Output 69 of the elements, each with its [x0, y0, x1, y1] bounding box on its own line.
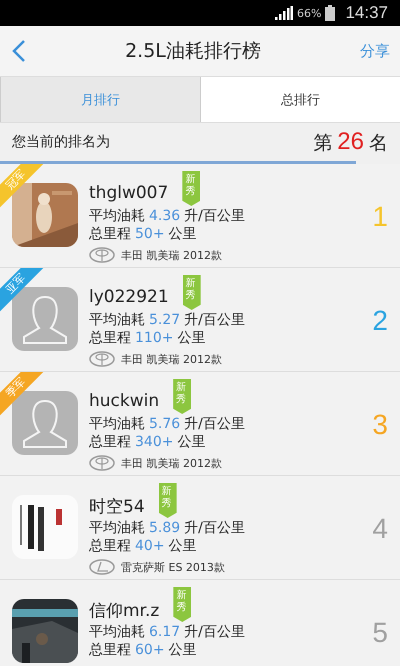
rookie-tag: 新秀 — [158, 483, 177, 518]
fuel-label: 平均油耗 — [89, 519, 145, 537]
distance-unit: 公里 — [177, 433, 206, 451]
rank-number: 26 — [337, 128, 364, 156]
car-logo-icon — [89, 247, 115, 263]
rank-number: 3 — [372, 409, 388, 441]
fuel-value: 4.36 — [149, 207, 180, 225]
user-name: 时空54 — [89, 496, 145, 518]
distance-value: 110+ — [135, 329, 174, 347]
distance-unit: 公里 — [168, 537, 197, 555]
ranking-row[interactable]: 季军 huckwin 新秀 平均油耗 5.76 升/百公里 总里程 340+ 公里 丰田 凯美瑞 2012款 3 — [0, 372, 400, 476]
user-name: thglw007 — [89, 183, 168, 203]
user-name: 信仰mr.z — [89, 600, 160, 622]
distance-unit: 公里 — [168, 641, 197, 659]
fuel-label: 平均油耗 — [89, 207, 145, 225]
rank-number: 1 — [372, 201, 388, 233]
fuel-value: 6.17 — [149, 623, 180, 641]
rank-prefix: 第 — [313, 131, 332, 156]
ranking-row[interactable]: 信仰mr.z 新秀 平均油耗 6.17 升/百公里 总里程 60+ 公里 5 — [0, 580, 400, 666]
rookie-tag: 新秀 — [173, 587, 192, 622]
distance-value: 60+ — [135, 641, 165, 659]
ranking-row[interactable]: 冠军 thglw007 新秀 平均油耗 4.36 升/百公里 总里程 50+ 公里 丰田 凯美瑞 2012款 1 — [0, 164, 400, 268]
battery-icon — [325, 5, 336, 21]
tab[interactable]: 总排行 — [200, 77, 400, 122]
rank-number: 2 — [372, 305, 388, 337]
fuel-unit: 升/百公里 — [184, 311, 245, 329]
rank-number: 4 — [372, 513, 388, 545]
distance-unit: 公里 — [177, 329, 206, 347]
fuel-value: 5.76 — [149, 415, 180, 433]
distance-label: 总里程 — [89, 225, 131, 243]
car-model: 丰田 凯美瑞 2012款 — [121, 352, 222, 366]
fuel-label: 平均油耗 — [89, 311, 145, 329]
car-logo-icon — [89, 351, 115, 367]
distance-label: 总里程 — [89, 329, 131, 347]
distance-label: 总里程 — [89, 641, 131, 659]
ranking-row[interactable]: 亚军 ly022921 新秀 平均油耗 5.27 升/百公里 总里程 110+ 公里 丰田 凯美瑞 2012款 2 — [0, 268, 400, 372]
distance-label: 总里程 — [89, 433, 131, 451]
user-name: huckwin — [89, 391, 160, 411]
fuel-unit: 升/百公里 — [184, 207, 245, 225]
user-name: ly022921 — [89, 287, 169, 307]
rank-number: 5 — [372, 617, 388, 649]
signal-icon — [275, 6, 293, 20]
fuel-unit: 升/百公里 — [184, 519, 245, 537]
ranking-row[interactable]: 时空54 新秀 平均油耗 5.89 升/百公里 总里程 40+ 公里 雷克萨斯 ES 2013款 4 — [0, 476, 400, 580]
distance-value: 40+ — [135, 537, 165, 555]
car-model: 丰田 凯美瑞 2012款 — [121, 248, 222, 262]
rank-label: 您当前的排名为 — [12, 133, 110, 151]
clock: 14:37 — [345, 3, 388, 23]
distance-unit: 公里 — [168, 225, 197, 243]
car-model: 丰田 凯美瑞 2012款 — [121, 456, 222, 470]
distance-label: 总里程 — [89, 537, 131, 555]
distance-value: 340+ — [135, 433, 174, 451]
car-model: 雷克萨斯 ES 2013款 — [121, 560, 225, 574]
fuel-value: 5.89 — [149, 519, 180, 537]
battery-level: 66% — [297, 6, 322, 20]
distance-value: 50+ — [135, 225, 165, 243]
rookie-tag: 新秀 — [182, 275, 201, 310]
rank-suffix: 名 — [369, 131, 388, 156]
fuel-value: 5.27 — [149, 311, 180, 329]
rookie-tag: 新秀 — [182, 171, 200, 206]
fuel-unit: 升/百公里 — [184, 415, 245, 433]
fuel-label: 平均油耗 — [89, 623, 145, 641]
car-logo-icon — [89, 559, 115, 575]
back-icon[interactable] — [12, 39, 26, 63]
rookie-tag: 新秀 — [173, 379, 192, 414]
fuel-unit: 升/百公里 — [184, 623, 245, 641]
page-title: 2.5L油耗排行榜 — [124, 39, 262, 64]
car-logo-icon — [89, 455, 115, 471]
fuel-label: 平均油耗 — [89, 415, 145, 433]
